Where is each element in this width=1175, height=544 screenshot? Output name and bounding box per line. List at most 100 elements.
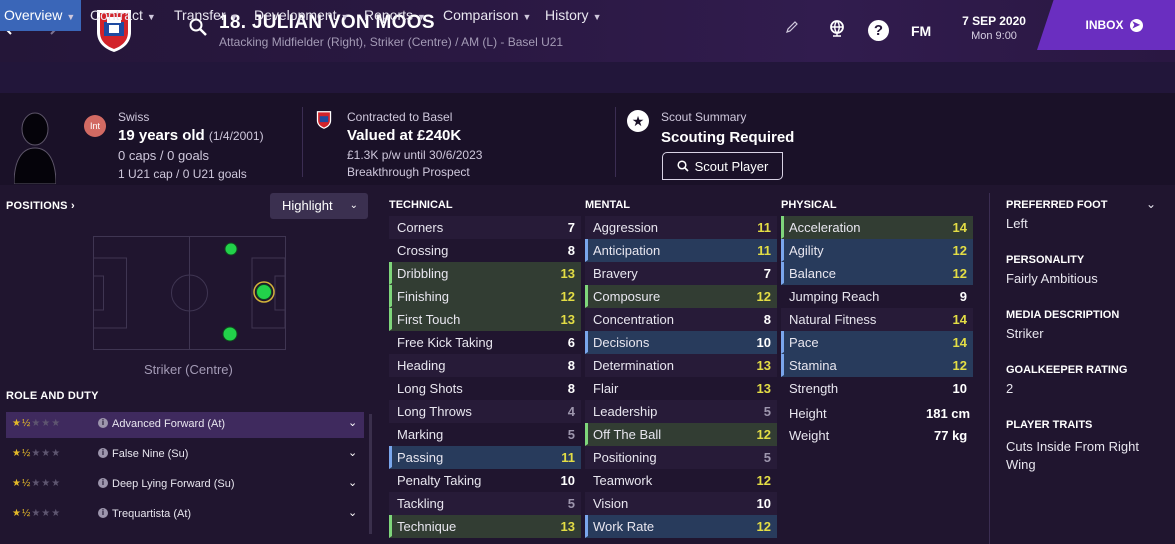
attribute-row[interactable]: Finishing 12 (389, 285, 581, 308)
role-row[interactable]: ★½★★★ i False Nine (Su) ⌄ (6, 442, 364, 468)
tab-transfer[interactable]: Transfer ▼ (174, 0, 239, 31)
attribute-value: 10 (560, 473, 575, 488)
chevron-down-icon[interactable]: ⌄ (348, 416, 357, 429)
attribute-row[interactable]: Penalty Taking 10 (389, 469, 581, 492)
chevron-down-icon[interactable]: ⌄ (348, 506, 357, 519)
weight-label: Weight (789, 428, 830, 443)
attribute-row[interactable]: Strength 10 (781, 377, 973, 400)
attribute-row[interactable]: Heading 8 (389, 354, 581, 377)
fm-menu[interactable]: FM (911, 23, 931, 39)
attribute-value: 5 (567, 496, 575, 511)
attribute-row[interactable]: Decisions 10 (585, 331, 777, 354)
attribute-value: 12 (756, 519, 771, 534)
date-display: 7 SEP 2020 Mon 9:00 (945, 14, 1043, 42)
attribute-row[interactable]: Stamina 12 (781, 354, 973, 377)
attribute-row[interactable]: Teamwork 12 (585, 469, 777, 492)
attribute-name: Agility (789, 243, 824, 258)
attribute-name: Aggression (593, 220, 659, 235)
attribute-row[interactable]: Positioning 5 (585, 446, 777, 469)
attribute-value: 11 (561, 450, 575, 465)
current-time: Mon 9:00 (971, 30, 1017, 42)
attribute-row[interactable]: Corners 7 (389, 216, 581, 239)
tab-reports[interactable]: Reports ▼ (364, 0, 426, 31)
positions-title[interactable]: POSITIONS › (6, 200, 75, 212)
attribute-row[interactable]: Natural Fitness 14 (781, 308, 973, 331)
attribute-row[interactable]: Work Rate 12 (585, 515, 777, 538)
attribute-row[interactable]: Balance 12 (781, 262, 973, 285)
arrow-right-icon: ➤ (1129, 18, 1143, 32)
attribute-row[interactable]: Jumping Reach 9 (781, 285, 973, 308)
attribute-name: Finishing (397, 289, 450, 304)
physical-title: PHYSICAL (781, 199, 837, 211)
info-icon[interactable]: i (98, 448, 108, 458)
attribute-row[interactable]: Dribbling 13 (389, 262, 581, 285)
attribute-row[interactable]: Flair 13 (585, 377, 777, 400)
physical-attributes: Acceleration 14 Agility 12 Balance 12 Jumping … (781, 216, 973, 400)
attribute-row[interactable]: Long Shots 8 (389, 377, 581, 400)
role-name: Advanced Forward (At) (112, 418, 226, 430)
chevron-down-icon[interactable]: ⌄ (348, 446, 357, 459)
scout-player-button[interactable]: Scout Player (662, 152, 783, 180)
tab-development[interactable]: Development ▼ (254, 0, 349, 31)
info-icon[interactable]: i (98, 478, 108, 488)
role-name: Trequartista (At) (112, 508, 192, 520)
attribute-row[interactable]: Tackling 5 (389, 492, 581, 515)
attribute-row[interactable]: Acceleration 14 (781, 216, 973, 239)
attribute-name: Technique (397, 519, 457, 534)
attribute-row[interactable]: Determination 13 (585, 354, 777, 377)
attribute-value: 12 (756, 289, 771, 304)
scout-globe-icon[interactable] (828, 19, 846, 42)
role-row[interactable]: ★½★★★ i Deep Lying Forward (Su) ⌄ (6, 472, 364, 498)
attribute-row[interactable]: Aggression 11 (585, 216, 777, 239)
attribute-name: Crossing (397, 243, 449, 258)
attribute-value: 12 (952, 358, 967, 373)
attribute-row[interactable]: Marking 5 (389, 423, 581, 446)
inbox-button[interactable]: INBOX ➤ (1037, 0, 1175, 50)
selected-position-label: Striker (Centre) (144, 362, 233, 377)
personality-value: Fairly Ambitious (1006, 271, 1098, 286)
role-stars: ★½★★★ (12, 478, 62, 489)
attribute-row[interactable]: Composure 12 (585, 285, 777, 308)
player-subtitle: Attacking Midfielder (Right), Striker (C… (219, 35, 564, 49)
chevron-down-icon: ▼ (417, 12, 426, 22)
attribute-name: Composure (593, 289, 661, 304)
attribute-value: 12 (952, 266, 967, 281)
attribute-row[interactable]: Long Throws 4 (389, 400, 581, 423)
attribute-name: Marking (397, 427, 444, 442)
tab-contract[interactable]: Contract ▼ (90, 0, 156, 31)
highlight-dropdown[interactable]: Highlight ⌄ (270, 193, 368, 219)
player-traits-value: Cuts Inside From Right Wing (1006, 439, 1139, 472)
pencil-icon[interactable] (785, 20, 799, 37)
attribute-name: Anticipation (593, 243, 661, 258)
attribute-row[interactable]: Pace 14 (781, 331, 973, 354)
info-icon[interactable]: i (98, 418, 108, 428)
tab-history[interactable]: History ▼ (545, 0, 601, 31)
role-scrollbar[interactable] (369, 414, 372, 534)
attribute-row[interactable]: Off The Ball 12 (585, 423, 777, 446)
attribute-row[interactable]: First Touch 13 (389, 308, 581, 331)
chevron-down-icon[interactable]: ⌄ (348, 476, 357, 489)
attribute-row[interactable]: Agility 12 (781, 239, 973, 262)
attribute-name: Positioning (593, 450, 657, 465)
info-icon[interactable]: i (98, 508, 108, 518)
attribute-row[interactable]: Leadership 5 (585, 400, 777, 423)
tab-overview[interactable]: Overview ▼ (0, 0, 82, 31)
attribute-row[interactable]: Anticipation 11 (585, 239, 777, 262)
attribute-name: Penalty Taking (397, 473, 482, 488)
help-icon[interactable]: ? (868, 20, 889, 41)
attribute-row[interactable]: Crossing 8 (389, 239, 581, 262)
role-row[interactable]: ★½★★★ i Advanced Forward (At) ⌄ (6, 412, 364, 438)
attribute-row[interactable]: Bravery 7 (585, 262, 777, 285)
attribute-row[interactable]: Concentration 8 (585, 308, 777, 331)
chevron-down-icon[interactable]: ⌄ (1146, 197, 1156, 211)
attribute-value: 12 (756, 473, 771, 488)
attribute-row[interactable]: Passing 11 (389, 446, 581, 469)
attribute-row[interactable]: Technique 13 (389, 515, 581, 538)
attribute-row[interactable]: Free Kick Taking 6 (389, 331, 581, 354)
tab-comparison[interactable]: Comparison ▼ (443, 0, 531, 31)
attribute-row[interactable]: Vision 10 (585, 492, 777, 515)
position-pitch (93, 236, 286, 350)
role-row[interactable]: ★½★★★ i Trequartista (At) ⌄ (6, 502, 364, 528)
role-stars: ★½★★★ (12, 448, 62, 459)
attribute-value: 14 (952, 312, 967, 327)
